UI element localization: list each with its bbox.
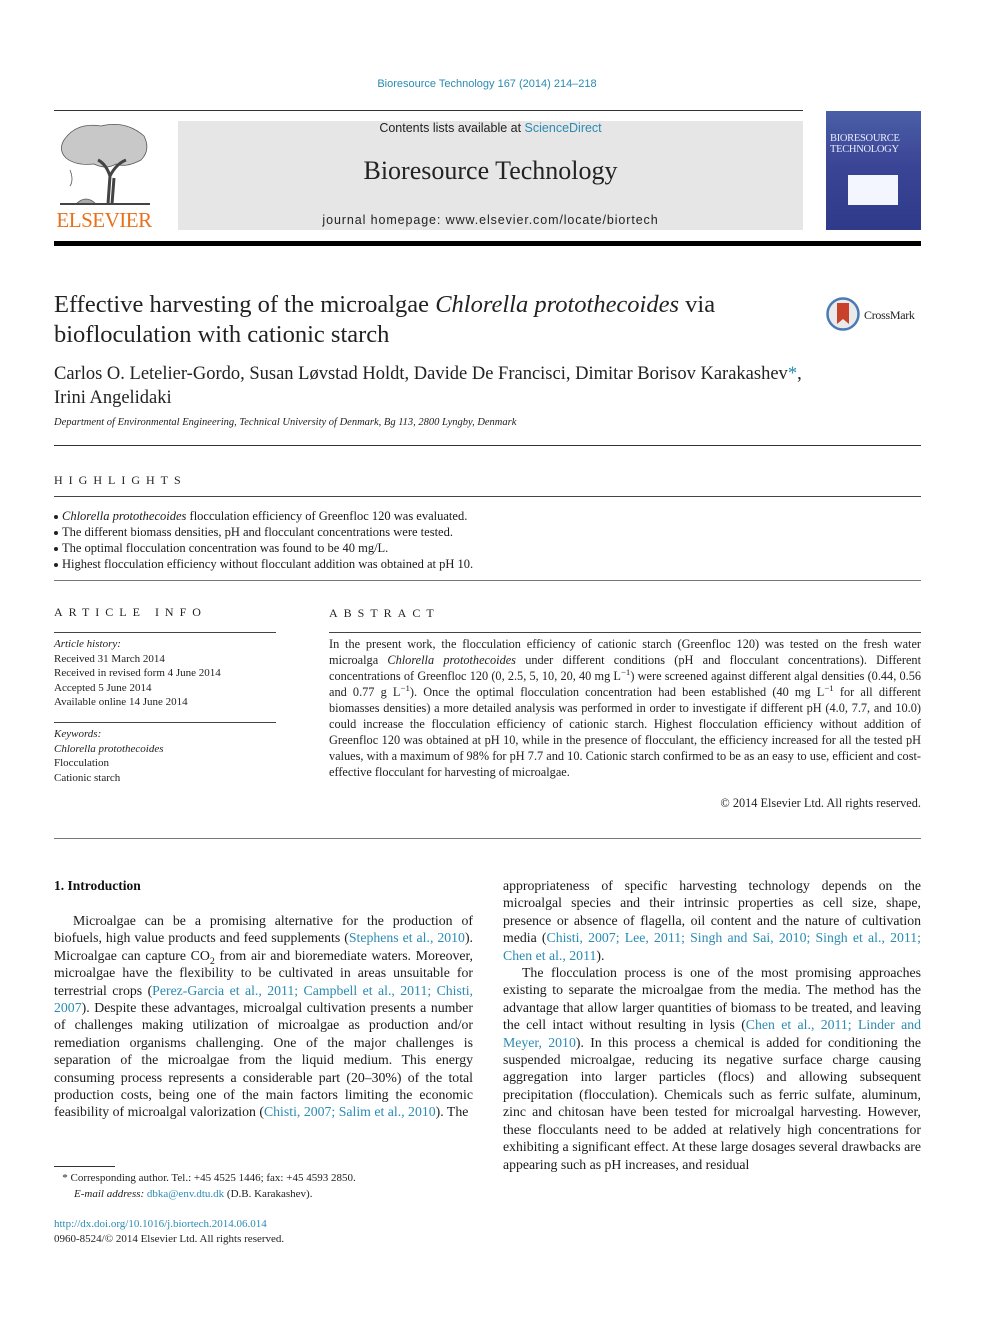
authors-line-2: Irini Angelidaki [54, 388, 172, 408]
journal-citation-link[interactable]: Bioresource Technology 167 (2014) 214–21… [0, 78, 974, 90]
history-item: Available online 14 June 2014 [54, 696, 188, 708]
highlight-item: The different biomass densities, pH and … [54, 524, 921, 540]
cover-title-line1: BIORESOURCE [830, 133, 900, 144]
highlight-item: The optimal flocculation concentration w… [54, 540, 921, 556]
divider [54, 632, 276, 633]
header-thick-rule [54, 241, 921, 246]
journal-name[interactable]: Bioresource Technology [178, 156, 803, 186]
divider [54, 445, 921, 446]
journal-homepage-link[interactable]: journal homepage: www.elsevier.com/locat… [178, 213, 803, 227]
highlights-list: Chlorella protothecoides flocculation ef… [54, 508, 921, 572]
divider [329, 632, 921, 633]
reference-link[interactable]: Chisti, 2007; Salim et al., 2010 [264, 1104, 436, 1119]
superscript: −1 [400, 682, 410, 693]
abstract-heading: ABSTRACT [329, 606, 440, 620]
history-label: Article history: [54, 638, 121, 650]
text: ). Despite these advantages, microalgal … [54, 1000, 473, 1120]
corresponding-author-note: * Corresponding author. Tel.: +45 4525 1… [54, 1171, 474, 1187]
abstract-part: for all different biomasses densities) a… [329, 685, 921, 779]
superscript: −1 [620, 666, 631, 677]
abstract-copyright: © 2014 Elsevier Ltd. All rights reserved… [720, 796, 921, 810]
highlight-species: Chlorella protothecoides [62, 509, 187, 523]
text: ). In this process a chemical is added f… [503, 1034, 921, 1172]
footnote-rule [54, 1166, 115, 1167]
crossmark-button[interactable]: CrossMark [826, 297, 926, 333]
paragraph: appropriateness of specific harvesting t… [503, 877, 921, 964]
article-title: Effective harvesting of the microalgae C… [54, 290, 794, 350]
abstract-species: Chlorella protothecoides [387, 653, 516, 667]
doi-block: http://dx.doi.org/10.1016/j.biortech.201… [54, 1217, 284, 1247]
history-item: Accepted 5 June 2014 [54, 681, 152, 694]
reference-link[interactable]: Stephens et al., 2010 [349, 930, 465, 945]
divider [54, 838, 921, 839]
footnote-text: Corresponding author. Tel.: +45 4525 144… [67, 1172, 356, 1184]
title-text-1: Effective harvesting of the microalgae [54, 291, 436, 318]
keywords-label: Keywords: [54, 728, 102, 740]
crossmark-label: CrossMark [864, 308, 915, 322]
footnote: * Corresponding author. Tel.: +45 4525 1… [54, 1171, 474, 1202]
authors-line-1: Carlos O. Letelier-Gordo, Susan Løvstad … [54, 364, 788, 384]
title-species: Chlorella protothecoides [435, 291, 680, 318]
highlight-item: Chlorella protothecoides flocculation ef… [54, 508, 921, 524]
abstract-part: ). Once the optimal flocculation concent… [409, 685, 825, 699]
affiliation: Department of Environmental Engineering,… [54, 417, 517, 428]
elsevier-tree-icon [60, 123, 150, 205]
keyword-item: Chlorella protothecoides [54, 742, 164, 755]
body-column-right: appropriateness of specific harvesting t… [503, 877, 921, 1173]
divider [54, 722, 276, 723]
contents-prefix: Contents lists available at [379, 121, 525, 135]
email-label: E-mail address: [74, 1187, 145, 1200]
paragraph: The flocculation process is one of the m… [503, 964, 921, 1173]
highlight-item: Highest flocculation efficiency without … [54, 556, 921, 572]
superscript: −1 [824, 682, 834, 693]
crossmark-icon [826, 297, 860, 331]
article-info-heading: ARTICLE INFO [54, 605, 207, 619]
divider [54, 496, 921, 497]
abstract-text: In the present work, the flocculation ef… [329, 636, 921, 780]
journal-cover-image[interactable]: BIORESOURCE TECHNOLOGY [826, 111, 921, 230]
journal-banner: Contents lists available at ScienceDirec… [178, 121, 803, 230]
highlight-text: flocculation efficiency of Greenfloc 120… [186, 509, 468, 523]
section-heading-introduction: 1. Introduction [54, 878, 141, 893]
keywords: Keywords: Chlorella protothecoides Flocc… [54, 727, 284, 785]
history-item: Received in revised form 4 June 2014 [54, 667, 221, 679]
contents-line: Contents lists available at ScienceDirec… [178, 121, 803, 135]
cover-graphic [848, 175, 898, 205]
authors-separator: , [797, 364, 802, 384]
email-line: E-mail address: dbka@env.dtu.dk (D.B. Ka… [54, 1187, 474, 1203]
body-column-left: Microalgae can be a promising alternativ… [54, 912, 473, 1121]
keyword-item: Cationic starch [54, 771, 121, 784]
issn-copyright: 0960-8524/© 2014 Elsevier Ltd. All right… [54, 1233, 285, 1245]
email-link[interactable]: dbka@env.dtu.dk [147, 1188, 224, 1200]
keyword-item: Flocculation [54, 757, 109, 769]
paragraph: Microalgae can be a promising alternativ… [54, 912, 473, 1121]
history-item: Received 31 March 2014 [54, 652, 165, 665]
article-history: Article history: Received 31 March 2014 … [54, 637, 284, 710]
sciencedirect-link[interactable]: ScienceDirect [525, 121, 602, 135]
elsevier-logo[interactable]: ELSEVIER [54, 118, 154, 234]
text: ). The [435, 1104, 469, 1120]
email-suffix: (D.B. Karakashev). [224, 1187, 313, 1200]
text: ). [596, 947, 605, 963]
corresponding-author-link[interactable]: * [788, 364, 797, 384]
cover-title: BIORESOURCE TECHNOLOGY [830, 133, 918, 155]
header-rule [54, 110, 803, 111]
doi-link[interactable]: http://dx.doi.org/10.1016/j.biortech.201… [54, 1218, 267, 1230]
divider [54, 580, 921, 581]
cover-title-line2: TECHNOLOGY [830, 144, 899, 155]
author-list: Carlos O. Letelier-Gordo, Susan Løvstad … [54, 362, 934, 410]
highlights-heading: HIGHLIGHTS [54, 473, 187, 487]
elsevier-logo-text: ELSEVIER [56, 208, 152, 232]
reference-link[interactable]: Chisti, 2007; Lee, 2011; Singh and Sai, … [503, 930, 921, 962]
